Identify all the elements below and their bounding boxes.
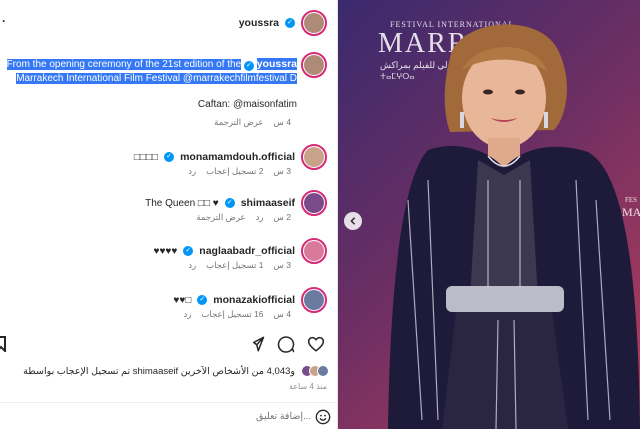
caption-author — [301, 52, 327, 78]
action-bar — [0, 334, 329, 356]
comment-text: The Queen □□ ♥ — [145, 197, 219, 209]
verified-icon: ✓ — [164, 152, 175, 162]
verified-icon: ✓ — [285, 18, 295, 28]
avatar[interactable] — [301, 238, 327, 264]
comment-username[interactable]: monazakiofficial — [213, 294, 295, 306]
caption-line-2: Marrakech International Film Festival @m… — [16, 73, 297, 84]
caption-username[interactable]: youssra — [256, 58, 297, 70]
comment-icon[interactable] — [277, 335, 295, 353]
comment-input[interactable] — [111, 411, 311, 422]
reply-button[interactable]: رد — [188, 166, 196, 177]
previous-photo-button[interactable] — [344, 212, 362, 230]
caption-time: 4 س — [273, 117, 291, 127]
comment-meta: 3 س 1 تسجيل إعجاب رد — [188, 260, 291, 271]
caption-meta: 4 س عرض الترجمة — [214, 117, 291, 128]
comment-text: ♥♥♥♥ — [153, 245, 178, 257]
avatar[interactable] — [301, 52, 327, 78]
avatar — [317, 365, 329, 377]
post-photo[interactable]: FESTIVAL INTERNATIONAL MARRA المهرجان ال… — [338, 0, 640, 429]
avatar[interactable] — [301, 144, 327, 170]
avatar[interactable] — [301, 190, 327, 216]
reply-button[interactable]: رد — [256, 212, 264, 223]
chevron-left-icon — [350, 217, 356, 225]
emoji-icon[interactable] — [315, 409, 331, 425]
woman-portrait — [388, 24, 640, 429]
post-header: youssra ✓ — [239, 10, 327, 36]
comment-text: ♥♥□ — [173, 294, 192, 306]
comment-meta: 4 س 16 تسجيل إعجاب رد — [183, 309, 291, 320]
comment-likes[interactable]: 2 تسجيل إعجاب — [206, 166, 263, 177]
comment-time: 4 س — [273, 309, 291, 319]
post-caption: From the opening ceremony of the 21st ed… — [0, 57, 297, 112]
comment-bar — [0, 402, 337, 429]
avatar[interactable] — [301, 287, 327, 313]
heart-icon[interactable] — [307, 335, 325, 353]
comment-username[interactable]: monamamdouh.official — [180, 151, 295, 163]
caption-line-1: From the opening ceremony of the 21st ed… — [6, 59, 242, 70]
comment-username[interactable]: naglaabadr_official — [199, 245, 295, 257]
verified-icon: ✓ — [197, 295, 208, 305]
comment-likes[interactable]: 1 تسجيل إعجاب — [206, 260, 263, 271]
reply-button[interactable]: رد — [183, 309, 191, 320]
caption-credit: Caftan: @maisonfatim — [197, 99, 297, 110]
comment-time: 3 س — [273, 166, 291, 176]
verified-icon: ✓ — [224, 198, 235, 208]
comment-text: □□□□ — [133, 151, 159, 163]
comment-username[interactable]: shimaaseif — [241, 197, 295, 209]
header-username[interactable]: youssra — [239, 17, 279, 29]
verified-icon: ✓ — [243, 61, 254, 71]
avatar[interactable] — [301, 10, 327, 36]
bookmark-icon[interactable] — [0, 336, 6, 352]
more-options-button[interactable]: · — [2, 14, 6, 28]
comments-panel: · youssra ✓ From the opening ceremony of… — [0, 0, 338, 429]
comment-time: 2 س — [273, 212, 291, 222]
comment-meta: 3 س 2 تسجيل إعجاب رد — [188, 166, 291, 177]
translate-link[interactable]: عرض الترجمة — [214, 117, 263, 128]
comment-likes[interactable]: 16 تسجيل إعجاب — [201, 309, 263, 320]
share-icon[interactable] — [247, 335, 265, 353]
likes-text: تم تسجيل الإعجاب بواسطة shimaaseif و4,04… — [23, 365, 295, 377]
verified-icon: ✓ — [183, 246, 194, 256]
translate-link[interactable]: عرض الترجمة — [196, 212, 245, 223]
likes-summary[interactable]: تم تسجيل الإعجاب بواسطة shimaaseif و4,04… — [23, 365, 329, 377]
reply-button[interactable]: رد — [188, 260, 196, 271]
post-timestamp: منذ 4 ساعة — [288, 382, 327, 391]
comment-meta: 2 س رد عرض الترجمة — [196, 212, 291, 223]
comment-time: 3 س — [273, 260, 291, 270]
